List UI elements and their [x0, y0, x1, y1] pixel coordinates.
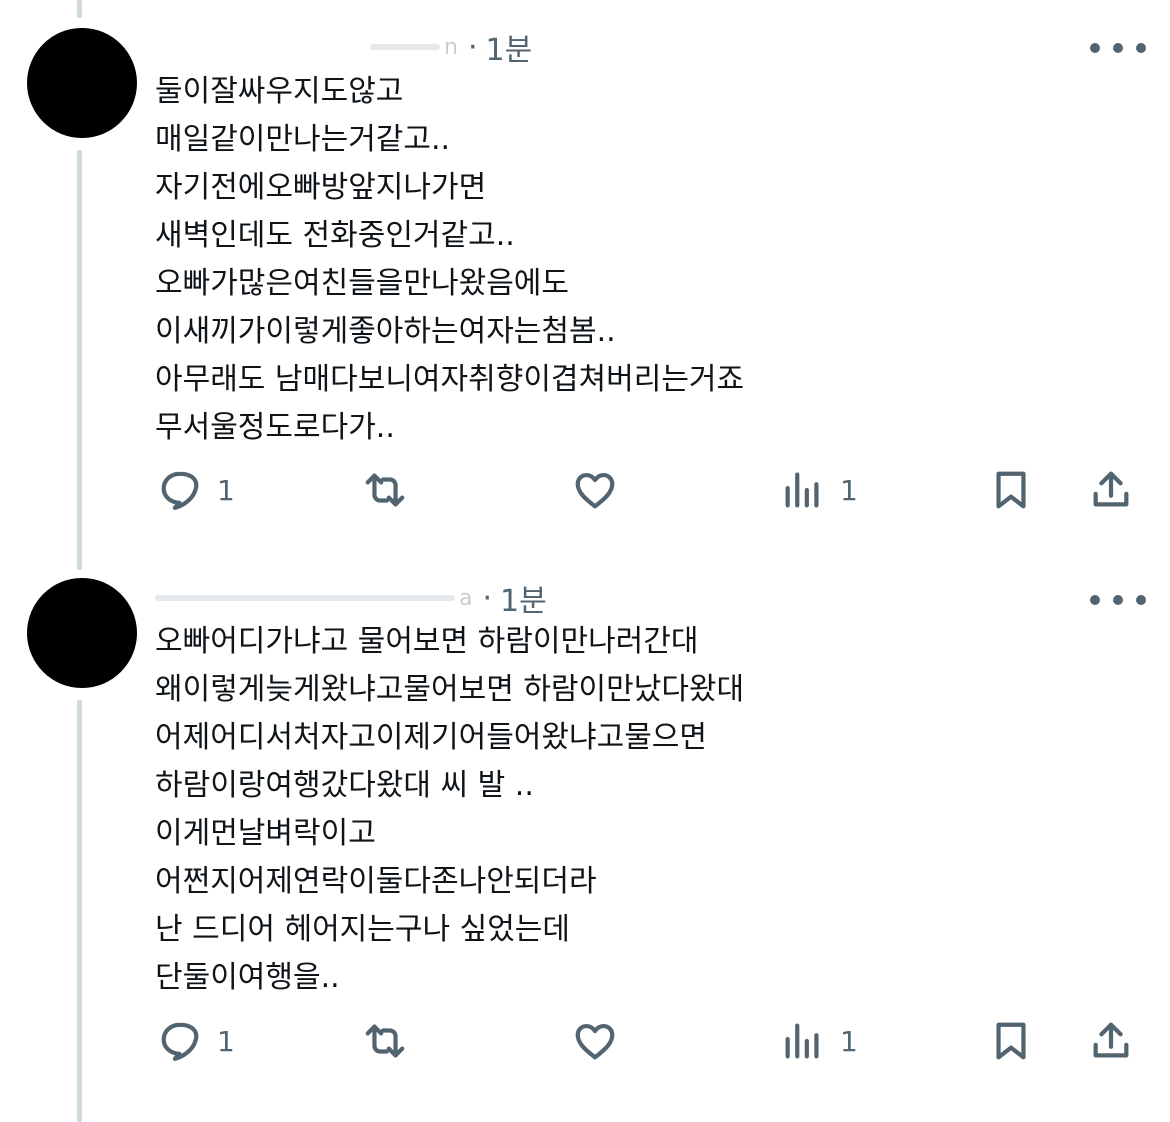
- handle-fragment: a: [459, 585, 473, 611]
- tweet-text: 오빠어디가냐고 물어보면 하람이만나러간대 왜이렇게늦게왔냐고물어보면 하람이만…: [155, 618, 744, 1002]
- tweet-line: 새벽인데도 전화중인거같고..: [155, 218, 515, 253]
- blurred-username: [370, 44, 440, 50]
- tweet-line: 이게먼날벼락이고: [155, 816, 376, 851]
- tweet-line: 아무래도 남매다보니여자취향이겹쳐버리는거죠: [155, 362, 745, 397]
- reply-icon: [161, 1022, 199, 1061]
- tweet-text: 둘이잘싸우지도않고 매일같이만나는거같고.. 자기전에오빠방앞지나가면 새벽인데…: [155, 68, 744, 452]
- tweet-time[interactable]: 1분: [486, 25, 533, 69]
- tweet-line: 하람이랑여행갔다왔대 씨 발 ..: [155, 768, 534, 803]
- action-bar: 1 1: [0, 1011, 1170, 1071]
- handle-fragment: n: [444, 34, 458, 60]
- avatar[interactable]: [27, 578, 137, 688]
- tweet-line: 무서울정도로다가..: [155, 410, 395, 445]
- tweet-line: 오빠어디가냐고 물어보면 하람이만나러간대: [155, 624, 699, 659]
- action-bar: 1 1: [0, 460, 1170, 520]
- bookmark-icon: [996, 1022, 1026, 1060]
- tweet-header: n · 1분: [155, 25, 533, 69]
- reply-count: 1: [217, 473, 235, 507]
- like-button[interactable]: [572, 460, 618, 520]
- reply-icon: [161, 471, 199, 510]
- reply-button[interactable]: 1: [157, 1011, 235, 1071]
- reply-count: 1: [217, 1024, 235, 1058]
- views-count: 1: [840, 1024, 858, 1058]
- tweet-line: 오빠가많은여친들을만나왔음에도: [155, 266, 569, 301]
- tweet-line: 왜이렇게늦게왔냐고물어보면 하람이만났다왔대: [155, 672, 745, 707]
- share-icon: [1093, 1022, 1129, 1058]
- blurred-username: [155, 595, 455, 601]
- retweet-button[interactable]: [362, 460, 408, 520]
- tweet-header: a · 1분: [155, 576, 547, 620]
- views-icon: [785, 472, 819, 508]
- reply-button[interactable]: 1: [157, 460, 235, 520]
- share-button[interactable]: [1088, 460, 1134, 520]
- more-icon[interactable]: [1090, 585, 1146, 615]
- tweet-line: 단둘이여행을..: [155, 960, 340, 995]
- share-icon: [1093, 471, 1129, 507]
- views-button[interactable]: 1: [780, 1011, 858, 1071]
- separator-dot: ·: [467, 29, 478, 65]
- tweet-line: 이새끼가이렇게좋아하는여자는첨봄..: [155, 314, 616, 349]
- tweet-line: 둘이잘싸우지도않고: [155, 74, 404, 109]
- heart-icon: [575, 472, 615, 509]
- views-icon: [785, 1023, 819, 1059]
- retweet-icon: [365, 1024, 405, 1058]
- tweet-line: 어쩐지어제연락이둘다존나안되더라: [155, 864, 597, 899]
- avatar[interactable]: [27, 28, 137, 138]
- retweet-icon: [365, 473, 405, 507]
- retweet-button[interactable]: [362, 1011, 408, 1071]
- bookmark-button[interactable]: [988, 460, 1034, 520]
- like-button[interactable]: [572, 1011, 618, 1071]
- tweet-line: 어제어디서처자고이제기어들어왔냐고물으면: [155, 720, 707, 755]
- more-icon[interactable]: [1090, 33, 1146, 63]
- tweet-line: 자기전에오빠방앞지나가면: [155, 170, 487, 205]
- tweet-line: 난 드디어 헤어지는구나 싶었는데: [155, 912, 571, 947]
- bookmark-icon: [996, 471, 1026, 509]
- bookmark-button[interactable]: [988, 1011, 1034, 1071]
- tweet-time[interactable]: 1분: [500, 576, 547, 620]
- thread-line-top: [77, 0, 82, 18]
- views-button[interactable]: 1: [780, 460, 858, 520]
- views-count: 1: [840, 473, 858, 507]
- heart-icon: [575, 1023, 615, 1060]
- share-button[interactable]: [1088, 1011, 1134, 1071]
- tweet-line: 매일같이만나는거같고..: [155, 122, 451, 157]
- separator-dot: ·: [482, 580, 493, 616]
